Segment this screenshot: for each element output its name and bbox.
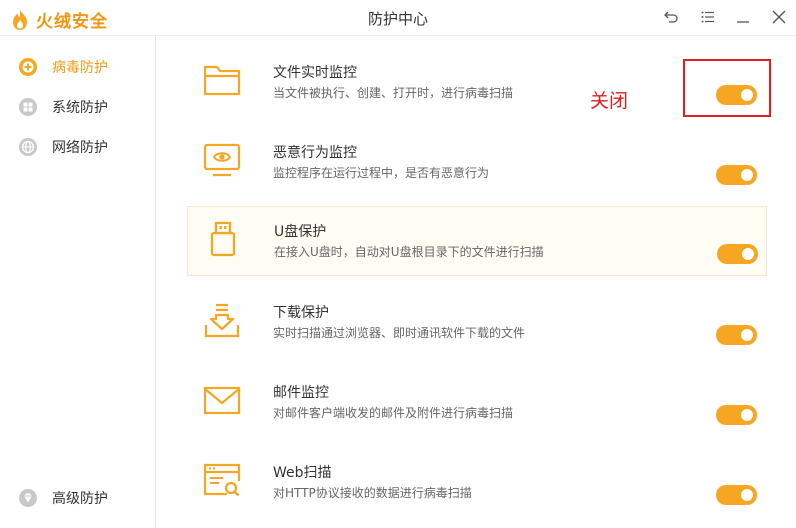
protection-title: 恶意行为监控 [273,145,357,161]
protection-title: 下载保护 [273,305,329,321]
windows-icon [19,98,37,116]
protection-description: 当文件被执行、创建、打开时，进行病毒扫描 [273,86,514,100]
virus-shield-icon [19,58,37,76]
toggle-knob [741,329,753,341]
sidebar-item-virus-protection[interactable]: 病毒防护 [18,56,108,78]
download-protection-toggle[interactable] [716,325,757,345]
protection-title: 邮件监控 [273,385,329,401]
menu-button[interactable] [697,6,719,28]
app-window: 火绒安全 防护中心 病毒防护 系统防护 网络防护 高级防护 文件实时监控 当文件… [0,0,796,528]
usb-icon [210,221,236,257]
minimize-button[interactable] [732,6,754,28]
mail-monitor-toggle[interactable] [716,405,757,425]
protection-description: 实时扫描通过浏览器、即时通讯软件下载的文件 [273,326,526,340]
protection-row-behavior-monitor: 恶意行为监控 监控程序在运行过程中，是否有恶意行为 [187,128,767,198]
protection-row-download: 下载保护 实时扫描通过浏览器、即时通讯软件下载的文件 [187,288,767,358]
sidebar-item-label: 系统防护 [52,100,108,116]
toggle-knob [741,169,753,181]
title-bar: 火绒安全 防护中心 [0,0,796,36]
protection-row-mail: 邮件监控 对邮件客户端收发的邮件及附件进行病毒扫描 [187,368,767,438]
behavior-monitor-toggle[interactable] [716,165,757,185]
sidebar: 病毒防护 系统防护 网络防护 高级防护 [0,36,156,528]
annotation-highlight-box [683,59,771,117]
globe-icon [19,138,37,156]
minimize-icon [737,21,749,23]
toggle-knob [742,248,754,260]
back-arrow-icon [664,11,678,23]
mail-icon [203,386,241,415]
protection-title: U盘保护 [274,224,327,240]
protection-row-web-scan: Web扫描 对HTTP协议接收的数据进行病毒扫描 [187,448,767,518]
protection-row-file-monitor: 文件实时监控 当文件被执行、创建、打开时，进行病毒扫描 [187,48,767,118]
back-button[interactable] [660,6,682,28]
sidebar-item-system-protection[interactable]: 系统防护 [18,96,108,118]
protection-description: 在接入U盘时，自动对U盘根目录下的文件进行扫描 [274,245,544,259]
sidebar-item-label: 高级防护 [52,491,108,507]
sidebar-item-label: 病毒防护 [52,60,108,76]
close-icon [772,10,786,24]
folder-icon [203,65,241,96]
monitor-eye-icon [203,143,241,177]
toggle-knob [741,489,753,501]
protection-description: 对HTTP协议接收的数据进行病毒扫描 [273,486,472,500]
web-scan-toggle[interactable] [716,485,757,505]
protection-description: 对邮件客户端收发的邮件及附件进行病毒扫描 [273,406,514,420]
download-icon [204,303,240,338]
usb-protection-toggle[interactable] [717,244,758,264]
diamond-icon [19,489,37,507]
protection-title: Web扫描 [273,465,332,481]
annotation-label: 关闭 [590,90,629,112]
sidebar-item-network-protection[interactable]: 网络防护 [18,136,108,158]
menu-icon [701,11,714,23]
protection-title: 文件实时监控 [273,65,357,81]
toggle-knob [741,409,753,421]
sidebar-item-label: 网络防护 [52,140,108,156]
protection-description: 监控程序在运行过程中，是否有恶意行为 [273,166,490,180]
web-scan-icon [203,463,241,497]
sidebar-item-advanced-protection[interactable]: 高级防护 [18,487,108,509]
protection-row-usb: U盘保护 在接入U盘时，自动对U盘根目录下的文件进行扫描 [187,206,767,276]
close-button[interactable] [768,6,790,28]
